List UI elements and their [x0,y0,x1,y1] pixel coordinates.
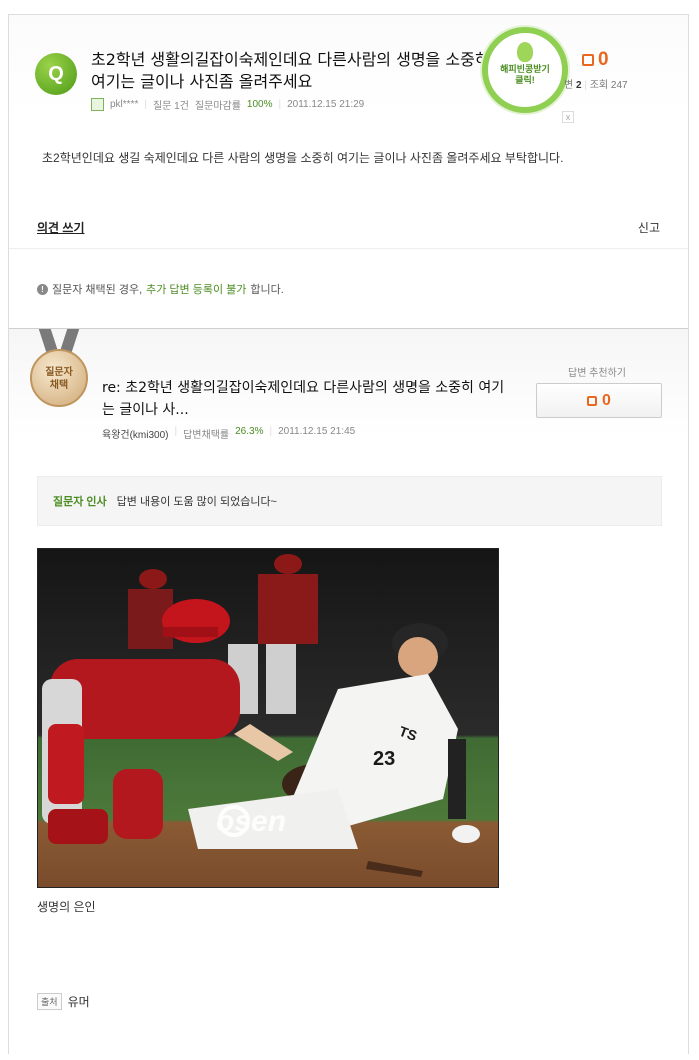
question-count: 질문 1건 [152,101,189,112]
adoption-rate: 26.3% [235,426,264,437]
question-stats: 변 2 | 조회 247 [564,80,628,91]
question-badge-icon: Q [35,53,77,95]
opinion-row: 의견 쓰기 신고 [9,215,688,249]
greeting-text: 답변 내용이 도움 많이 되었습니다~ [116,496,277,508]
question-like-count: 0 [598,49,609,70]
notice-highlight: 추가 답변 등록이 불가 [146,284,247,296]
question-body: 초2학년인데요 생길 숙제인데요 다른 사람의 생명을 소중히 여기는 글이나 … [42,151,564,165]
recommend-count: 0 [602,391,611,409]
page-frame: Q 초2학년 생활의길잡이숙제인데요 다른사람의 생명을 소중히 여기는 글이나… [8,14,689,1054]
meta-separator: | [269,426,273,437]
happy-bean-line2: 클릭! [515,75,535,85]
question-user[interactable]: pkl**** [110,99,138,110]
bean-icon [517,42,533,62]
answer-meta: 육왕건(kmi300) | 답변채택률 26.3% | 2011.12.15 2… [102,426,355,441]
source-tag: 출처 [37,993,62,1010]
write-opinion-link[interactable]: 의견 쓰기 [37,219,85,236]
source-text[interactable]: 유머 [68,993,90,1010]
medal-line2: 채택 [49,380,69,391]
jersey-number: 23 [373,748,395,770]
happy-bean-button[interactable]: 해피빈콩받기 클릭! [482,27,568,113]
baseball-photo: 23 TS osen [37,548,499,888]
asker-greeting: 질문자 인사 답변 내용이 도움 많이 되었습니다~ [37,476,662,526]
question-title: 초2학년 생활의길잡이숙제인데요 다른사람의 생명을 소중히 여기는 글이나 사… [91,50,490,91]
closing-rate: 100% [246,99,273,110]
answer-title: re: 초2학년 생활의길잡이숙제인데요 다른사람의 생명을 소중히 여기는 글… [102,380,505,418]
views-count: 247 [610,80,628,91]
answer-date: 2011.12.15 21:45 [278,426,356,437]
photo-watermark: osen [216,805,286,838]
recommend-button[interactable]: 0 [536,383,662,418]
notice-suffix: 합니다. [250,284,284,296]
answers-count: 2 [575,80,582,91]
adoption-rate-label: 답변채택률 [183,430,230,441]
thumbs-up-icon [582,54,594,66]
notice-prefix: 질문자 채택된 경우, [52,284,143,296]
closing-rate-label: 질문마감률 [194,101,241,112]
meta-separator: | [144,99,147,110]
adoption-notice: ! 질문자 채택된 경우, 추가 답변 등록이 불가 합니다. [37,281,284,297]
question-like[interactable]: 0 [582,49,609,71]
meta-separator: | [174,426,178,437]
info-icon: ! [37,283,48,295]
answer-author[interactable]: 육왕건(kmi300) [102,426,169,441]
adopted-medal-icon: 질문자 채택 [30,349,88,407]
recommend-label: 답변 추천하기 [568,368,626,379]
question-meta: pkl**** | 질문 1건 질문마감률 100% | 2011.12.15 … [91,97,364,112]
user-icon [91,98,104,111]
answers-label: 변 [564,80,574,91]
views-label: 조회 [589,80,609,91]
answer-source: 출처 유머 [37,993,90,1010]
happy-bean-line1: 해피빈콩받기 [500,64,550,74]
baseball-photo-illustration: 23 TS osen [38,549,498,887]
meta-separator: | [278,99,282,110]
medal-line1: 질문자 [45,367,73,378]
close-icon[interactable]: x [562,111,574,123]
greeting-label: 질문자 인사 [53,496,107,508]
photo-caption: 생명의 은인 [37,900,96,914]
thumbs-up-icon [587,395,598,406]
answer-section: 질문자 채택 re: 초2학년 생활의길잡이숙제인데요 다른사람의 생명을 소중… [9,328,688,1055]
question-date: 2011.12.15 21:29 [287,99,365,110]
report-link[interactable]: 신고 [638,219,660,236]
